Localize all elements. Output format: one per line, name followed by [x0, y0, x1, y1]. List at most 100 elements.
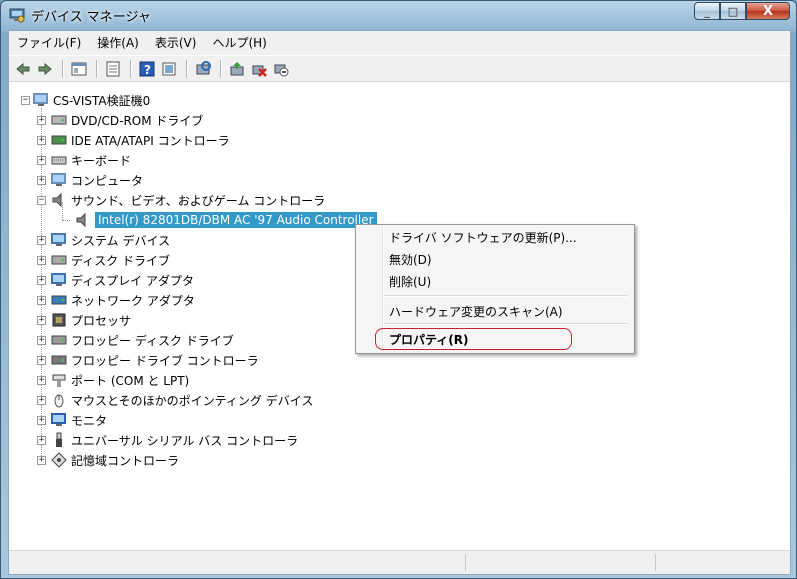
uninstall-icon[interactable] [249, 59, 269, 79]
tree-category[interactable]: + モニタ [37, 410, 107, 430]
tree-category[interactable]: + システム デバイス [37, 230, 170, 250]
collapse-toggle[interactable]: − [21, 95, 30, 105]
back-icon[interactable] [13, 59, 33, 79]
menu-bar: ファイル(F) 操作(A) 表示(V) ヘルプ(H) [9, 31, 790, 55]
close-button[interactable]: X [746, 2, 790, 20]
menu-file[interactable]: ファイル(F) [9, 32, 89, 54]
svg-text:?: ? [144, 63, 151, 77]
category-label: DVD/CD-ROM ドライブ [71, 113, 204, 128]
tree-category[interactable]: + 記憶域コントローラ [37, 450, 179, 470]
disable-menu-item[interactable]: 無効(D) [389, 251, 432, 268]
close-icon: X [762, 3, 774, 19]
floppy-controller-icon [51, 352, 67, 368]
expand-toggle[interactable]: + [37, 115, 46, 125]
toolbar: ? [9, 56, 790, 82]
menu-action[interactable]: 操作(A) [89, 32, 147, 54]
expand-toggle[interactable]: + [37, 295, 46, 305]
mouse-icon [51, 392, 67, 408]
menu-help[interactable]: ヘルプ(H) [204, 32, 274, 54]
device-manager-window: デバイス マネージャ _ □ X ファイル(F) 操作(A) 表示(V) ヘルプ… [0, 0, 797, 579]
tree-category[interactable]: + ユニバーサル シリアル バス コントローラ [37, 430, 298, 450]
tree-category[interactable]: + ネットワーク アダプタ [37, 290, 195, 310]
show-hidden-icon[interactable] [159, 59, 179, 79]
tree-category[interactable]: − サウンド、ビデオ、およびゲーム コントローラ [37, 190, 325, 210]
device-label: Intel(r) 82801DB/DBM AC '97 Audio Contro… [95, 212, 377, 228]
expand-toggle[interactable]: + [37, 415, 46, 425]
expand-toggle[interactable]: + [37, 335, 46, 345]
tree-category[interactable]: + DVD/CD-ROM ドライブ [37, 110, 203, 130]
forward-icon[interactable] [35, 59, 55, 79]
show-hide-tree-icon[interactable] [69, 59, 89, 79]
device-manager-icon [9, 7, 25, 23]
help-icon[interactable]: ? [137, 59, 157, 79]
expand-toggle[interactable]: + [37, 395, 46, 405]
keyboard-icon [51, 152, 67, 168]
tree-category[interactable]: + フロッピー ドライブ コントローラ [37, 350, 259, 370]
menu-separator [384, 323, 628, 325]
uninstall-menu-item[interactable]: 削除(U) [389, 273, 431, 290]
maximize-button[interactable]: □ [720, 2, 746, 20]
expand-toggle[interactable]: + [37, 135, 46, 145]
scan-hardware-menu-item[interactable]: ハードウェア変更のスキャン(A) [389, 303, 563, 320]
minimize-button[interactable]: _ [694, 2, 720, 20]
expand-toggle[interactable]: + [37, 315, 46, 325]
context-menu: ドライバ ソフトウェアの更新(P)... 無効(D) 削除(U) ハードウェア変… [355, 224, 635, 354]
expand-toggle[interactable]: + [37, 455, 46, 465]
tree-category[interactable]: + キーボード [37, 150, 131, 170]
tree-category[interactable]: + IDE ATA/ATAPI コントローラ [37, 130, 230, 150]
system-device-icon [51, 232, 67, 248]
network-adapter-icon [51, 292, 67, 308]
expand-toggle[interactable]: + [37, 235, 46, 245]
expand-toggle[interactable]: + [37, 175, 46, 185]
tree-category[interactable]: + プロセッサ [37, 310, 131, 330]
dvd-drive-icon [51, 112, 67, 128]
tree-category[interactable]: + コンピュータ [37, 170, 143, 190]
tree-device[interactable]: Intel(r) 82801DB/DBM AC '97 Audio Contro… [75, 210, 377, 230]
properties-icon[interactable] [103, 59, 123, 79]
category-label: プロセッサ [71, 313, 132, 328]
storage-controller-icon [51, 452, 67, 468]
toolbar-separator [62, 59, 64, 78]
collapse-toggle[interactable]: − [37, 195, 46, 205]
category-label: コンピュータ [71, 173, 144, 188]
status-panel [465, 554, 656, 571]
tree-root[interactable]: − CS-VISTA検証機0 [21, 90, 150, 110]
expand-toggle[interactable]: + [37, 375, 46, 385]
toolbar-separator [96, 59, 98, 78]
expand-toggle[interactable]: + [37, 155, 46, 165]
category-label: ユニバーサル シリアル バス コントローラ [71, 433, 299, 448]
expand-toggle[interactable]: + [37, 435, 46, 445]
category-label: フロッピー ドライブ コントローラ [71, 353, 259, 368]
tree-category[interactable]: + ディスク ドライブ [37, 250, 170, 270]
category-label: フロッピー ディスク ドライブ [71, 333, 234, 348]
tree-connector [62, 202, 63, 220]
category-label: システム デバイス [71, 233, 171, 248]
category-label: ディスク ドライブ [71, 253, 170, 268]
update-driver-menu-item[interactable]: ドライバ ソフトウェアの更新(P)... [389, 229, 577, 246]
tree-connector [62, 220, 70, 221]
menu-view[interactable]: 表示(V) [147, 32, 205, 54]
expand-toggle[interactable]: + [37, 355, 46, 365]
properties-menu-item[interactable]: プロパティ(R) [389, 331, 469, 348]
update-driver-icon[interactable] [227, 59, 247, 79]
computer-icon [51, 172, 67, 188]
tree-category[interactable]: + フロッピー ディスク ドライブ [37, 330, 234, 350]
tree-category[interactable]: + ポート (COM と LPT) [37, 370, 189, 390]
tree-category[interactable]: + ディスプレイ アダプタ [37, 270, 194, 290]
title-bar[interactable]: デバイス マネージャ _ □ X [1, 1, 796, 29]
expand-toggle[interactable]: + [37, 275, 46, 285]
toolbar-separator [220, 59, 222, 78]
window-title: デバイス マネージャ [31, 10, 151, 25]
toolbar-separator [186, 59, 188, 78]
usb-icon [51, 432, 67, 448]
tree-category[interactable]: + マウスとそのほかのポインティング デバイス [37, 390, 313, 410]
ide-controller-icon [51, 132, 67, 148]
speaker-icon [75, 212, 91, 228]
toolbar-separator [130, 59, 132, 78]
category-label: ポート (COM と LPT) [71, 373, 190, 388]
expand-toggle[interactable]: + [37, 255, 46, 265]
scan-hardware-icon[interactable] [193, 59, 213, 79]
maximize-icon: □ [727, 4, 739, 18]
tree-root-label: CS-VISTA検証機0 [53, 93, 151, 108]
disable-icon[interactable] [271, 59, 291, 79]
